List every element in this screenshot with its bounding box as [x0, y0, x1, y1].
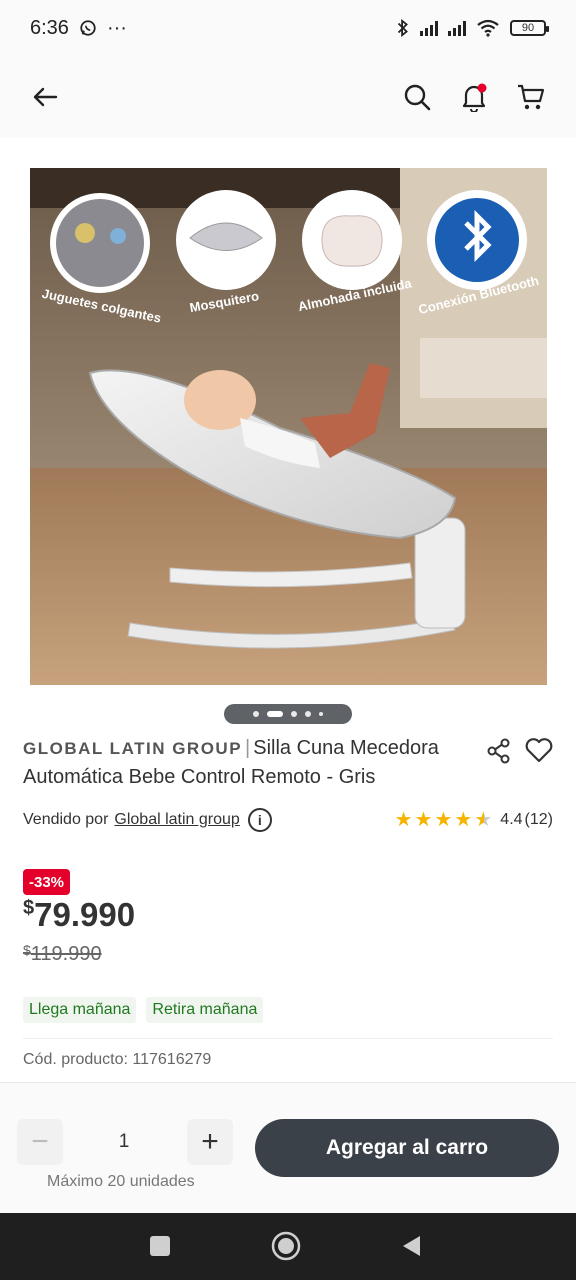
- feature-pillow: [302, 190, 402, 290]
- notification-dot: [477, 83, 487, 93]
- increase-quantity-button[interactable]: +: [187, 1119, 233, 1165]
- battery-level: 90: [521, 22, 535, 34]
- heart-icon: [525, 738, 553, 763]
- arrow-left-icon: [33, 87, 58, 107]
- old-currency-symbol: $: [23, 942, 31, 958]
- sold-by-label: Vendido por: [23, 811, 109, 828]
- current-price: $79.990: [23, 896, 135, 934]
- back-button[interactable]: [22, 74, 68, 120]
- brand-name[interactable]: GLOBAL LATIN GROUP: [23, 739, 242, 758]
- favorite-button[interactable]: [524, 736, 556, 766]
- original-price: $119.990: [23, 942, 102, 966]
- star-icon: ★: [454, 809, 473, 831]
- share-icon: [487, 738, 510, 764]
- square-icon: [150, 1236, 170, 1256]
- notifications-button[interactable]: [451, 74, 497, 120]
- battery-icon: 90: [510, 20, 549, 36]
- seller-link[interactable]: Global latin group: [114, 811, 239, 829]
- triangle-back-icon: [403, 1236, 420, 1256]
- system-navigation-bar: [0, 1213, 576, 1280]
- status-time: 6:36: [30, 16, 69, 39]
- status-right: 90: [396, 19, 549, 37]
- divider: [23, 1038, 553, 1039]
- product-image[interactable]: Juguetes colgantes Mosquitero Almohada i…: [30, 168, 547, 685]
- delivery-options: Llega mañana Retira mañana: [23, 997, 264, 1023]
- more-notifications-icon: ···: [106, 16, 127, 39]
- feature-bluetooth: [427, 190, 527, 290]
- star-icon: ★: [414, 809, 433, 831]
- circle-home-icon: [271, 1231, 301, 1261]
- status-bar: 6:36 ··· 90: [0, 0, 576, 56]
- app-header: [0, 56, 576, 138]
- title-separator: |: [245, 737, 251, 759]
- old-price-value: 119.990: [30, 943, 102, 965]
- delivery-chip-arrives: Llega mañana: [23, 997, 137, 1023]
- signal-2-icon: [448, 20, 466, 36]
- price-value: 79.990: [34, 896, 136, 933]
- cart-icon: [518, 84, 545, 110]
- cart-action-bar: − 1 + Máximo 20 unidades Agregar al carr…: [0, 1082, 576, 1213]
- bluetooth-status-icon: [397, 19, 408, 37]
- half-star-icon: ★: [474, 809, 493, 831]
- cart-button[interactable]: [508, 74, 554, 120]
- discount-badge: -33%: [23, 869, 71, 895]
- product-code: Cód. producto: 117616279: [23, 1051, 212, 1068]
- product-title: GLOBAL LATIN GROUP | Silla Cuna Mecedora A…: [23, 734, 483, 791]
- info-icon[interactable]: i: [247, 808, 272, 832]
- rating-value: 4.4: [500, 811, 523, 828]
- share-button[interactable]: [484, 736, 514, 766]
- gallery-dot[interactable]: [253, 711, 259, 717]
- product-gallery: Juguetes colgantes Mosquitero Almohada i…: [0, 138, 576, 738]
- gallery-dot[interactable]: [319, 712, 323, 716]
- recent-apps-button[interactable]: [145, 1231, 175, 1261]
- feature-toys: [50, 193, 150, 293]
- review-count: (12): [524, 811, 553, 828]
- currency-symbol: $: [23, 897, 35, 919]
- star-icon: ★: [434, 809, 453, 831]
- home-button[interactable]: [271, 1231, 301, 1261]
- add-to-cart-button[interactable]: Agregar al carro: [255, 1119, 559, 1177]
- back-nav-button[interactable]: [396, 1231, 426, 1261]
- product-rating[interactable]: ★ ★ ★ ★ ★ 4.4 (12): [395, 810, 553, 830]
- whatsapp-icon: [80, 20, 96, 36]
- gallery-dot[interactable]: [291, 711, 297, 717]
- decrease-quantity-button[interactable]: −: [17, 1119, 63, 1165]
- delivery-chip-pickup: Retira mañana: [146, 997, 264, 1023]
- status-left: 6:36 ···: [30, 17, 127, 40]
- gallery-dot[interactable]: [305, 711, 311, 717]
- max-units-label: Máximo 20 unidades: [47, 1173, 195, 1190]
- signal-1-icon: [420, 20, 438, 36]
- seller-row: Vendido por Global latin group i: [23, 808, 272, 832]
- gallery-pagination[interactable]: [224, 704, 352, 724]
- product-photo: Juguetes colgantes Mosquitero Almohada i…: [30, 168, 547, 685]
- gallery-dot-active[interactable]: [267, 711, 283, 717]
- bell-icon: [462, 83, 487, 112]
- quantity-value[interactable]: 1: [64, 1119, 184, 1165]
- search-button[interactable]: [394, 74, 440, 120]
- search-icon: [404, 84, 431, 111]
- wifi-icon: [477, 19, 499, 37]
- star-icon: ★: [394, 809, 413, 831]
- feature-net: [176, 190, 276, 290]
